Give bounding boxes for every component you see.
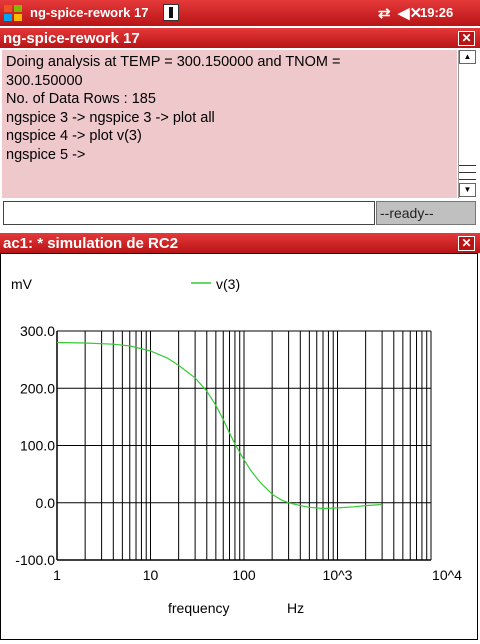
scroll-up-icon[interactable]: ▲ <box>459 50 476 64</box>
plot-window-titlebar: ac1: * simulation de RC2 ✕ <box>0 233 480 253</box>
x-tick-label: 10^4 <box>432 567 462 583</box>
console-line: Doing analysis at TEMP = 300.150000 and … <box>6 54 341 70</box>
clock[interactable]: 19:26 <box>420 5 453 20</box>
plot-window-title: ac1: * simulation de RC2 <box>3 235 179 252</box>
command-input[interactable] <box>3 201 375 225</box>
x-axis-unit-label: Hz <box>287 600 304 616</box>
legend-entry: v(3) <box>216 276 240 292</box>
chart-svg: mV v(3) frequency Hz 300.0 200.0 100.0 0.0 -… <box>11 276 462 616</box>
close-icon[interactable]: ✕ <box>458 31 475 46</box>
x-tick-label: 1 <box>53 567 61 583</box>
y-tick-label: 100.0 <box>20 438 55 454</box>
console-line: 300.150000 <box>6 72 83 89</box>
volume-muted-icon[interactable]: ◀✕ <box>398 4 422 22</box>
console-line: ngspice 5 -> <box>6 146 86 163</box>
console-window-title: ng-spice-rework 17 <box>3 30 140 47</box>
console-window-titlebar: ng-spice-rework 17 ✕ <box>0 28 480 48</box>
input-panel-icon[interactable] <box>163 4 179 21</box>
scroll-down-icon[interactable]: ▼ <box>459 183 476 197</box>
x-axis-label: frequency <box>168 600 229 616</box>
y-tick-label: 300.0 <box>20 323 55 339</box>
close-icon[interactable]: ✕ <box>458 236 475 251</box>
console-line: No. of Data Rows : 185 <box>6 91 156 107</box>
console-output: Doing analysis at TEMP = 300.150000 and … <box>2 50 457 198</box>
console-scrollbar[interactable]: ▲ ▼ <box>458 50 476 198</box>
x-tick-label: 10^3 <box>323 567 353 583</box>
y-tick-label: 0.0 <box>36 495 56 511</box>
plot-area: mV v(3) frequency Hz 300.0 200.0 100.0 0.0 -… <box>0 253 478 640</box>
y-tick-label: 200.0 <box>20 380 55 396</box>
x-tick-label: 100 <box>232 567 256 583</box>
connectivity-icon[interactable]: ⇄ <box>378 4 391 22</box>
scroll-thumb-grip[interactable] <box>459 172 476 180</box>
status-indicator: --ready-- <box>376 201 476 225</box>
taskbar-title: ng-spice-rework 17 <box>30 5 149 20</box>
y-tick-label: -100.0 <box>15 552 55 568</box>
windows-start-icon[interactable] <box>3 3 23 23</box>
x-tick-label: 10 <box>143 567 159 583</box>
console-line: ngspice 4 -> plot v(3) <box>6 128 142 144</box>
y-axis-unit-label: mV <box>11 276 33 292</box>
taskbar: ng-spice-rework 17 ⇄ ◀✕ 19:26 <box>0 0 480 26</box>
console-line: ngspice 3 -> ngspice 3 -> plot all <box>6 109 215 126</box>
